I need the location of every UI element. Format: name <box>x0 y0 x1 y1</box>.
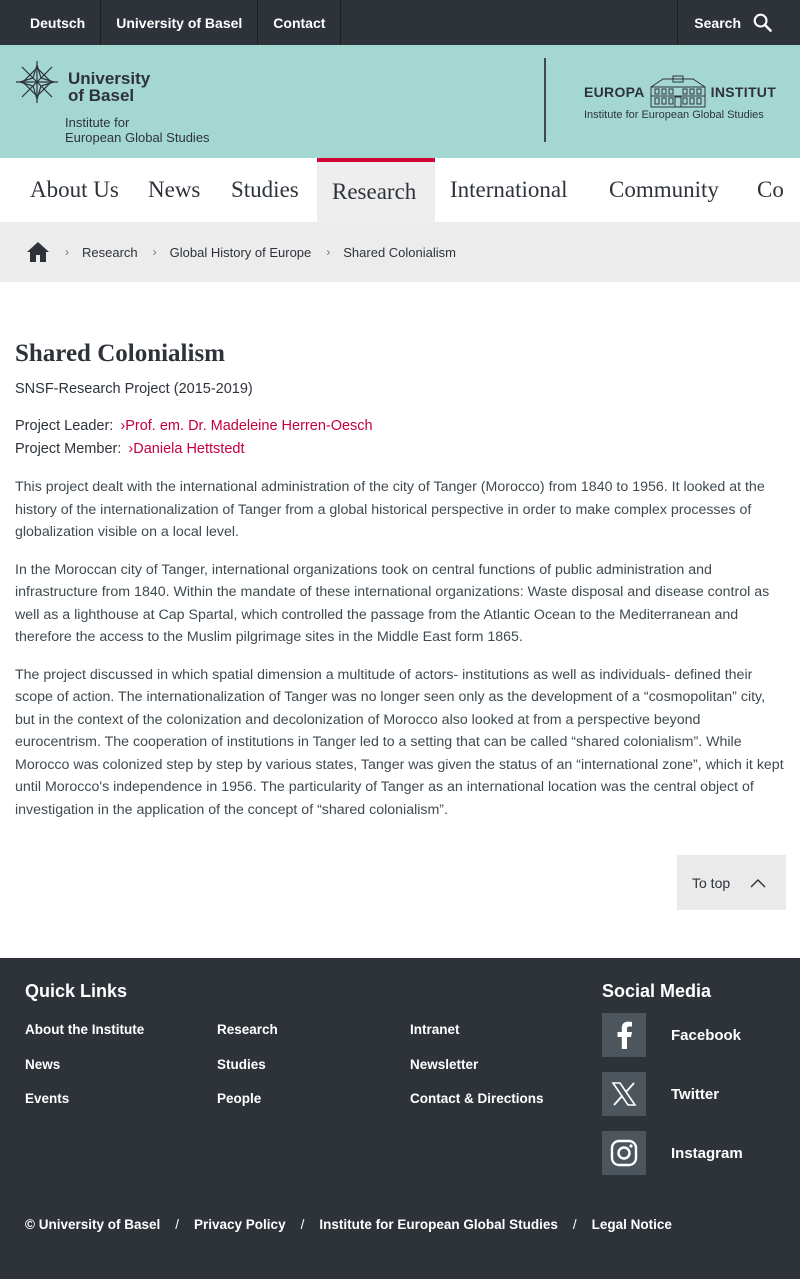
university-of-basel-link[interactable]: University of Basel <box>101 0 259 45</box>
university-name[interactable]: University of Basel <box>68 70 150 104</box>
nav-item-community[interactable]: Community <box>609 158 719 222</box>
separator: / <box>175 1217 180 1232</box>
nav-item-studies[interactable]: Studies <box>231 158 299 222</box>
main-content: Shared Colonialism SNSF-Research Project… <box>15 340 787 821</box>
social-facebook[interactable]: Facebook <box>602 1013 782 1057</box>
nav-item-truncated[interactable]: Co <box>757 158 784 222</box>
nav-item-research[interactable]: Research <box>317 158 435 222</box>
facebook-icon <box>602 1013 646 1057</box>
footer-link-intranet[interactable]: Intranet <box>410 1022 460 1037</box>
home-icon[interactable] <box>26 241 50 263</box>
university-name-line1: University <box>68 69 151 88</box>
social-instagram[interactable]: Instagram <box>602 1131 782 1175</box>
body-paragraph: This project dealt with the internationa… <box>15 479 765 540</box>
chevron-right-icon: › <box>152 245 157 259</box>
copyright-link[interactable]: © University of Basel <box>25 1217 160 1232</box>
nav-item-news[interactable]: News <box>148 158 200 222</box>
to-top-label: To top <box>692 874 731 891</box>
instagram-icon <box>602 1131 646 1175</box>
project-leader-link[interactable]: Prof. em. Dr. Madeleine Herren-Oesch <box>125 418 372 434</box>
separator: / <box>572 1217 577 1232</box>
breadcrumb-current: Shared Colonialism <box>343 244 456 260</box>
nav-item-international[interactable]: International <box>450 158 568 222</box>
body-paragraph: The project discussed in which spatial d… <box>15 666 784 818</box>
breadcrumb-research[interactable]: Research <box>82 245 138 260</box>
institute-name-line2: European Global Studies <box>65 130 210 145</box>
facebook-label: Facebook <box>671 1026 742 1044</box>
footer-link-people[interactable]: People <box>217 1091 261 1106</box>
institute-name-line1: Institute for <box>65 115 130 130</box>
europa-institut-logo[interactable]: EUROPA INSTITUT Institute for European G… <box>584 75 788 121</box>
separator: / <box>300 1217 305 1232</box>
language-link-deutsch[interactable]: Deutsch <box>0 0 102 45</box>
project-member-link[interactable]: Daniela Hettstedt <box>133 441 244 457</box>
breadcrumb-global-history[interactable]: Global History of Europe <box>170 245 312 260</box>
breadcrumb: › Research › Global History of Europe › … <box>0 222 800 282</box>
x-twitter-icon <box>602 1072 646 1116</box>
project-people: Project Leader: ›Prof. em. Dr. Madeleine… <box>15 415 787 461</box>
institute-link[interactable]: Institute for European Global Studies <box>319 1217 558 1232</box>
body-paragraph: In the Moroccan city of Tanger, internat… <box>15 561 770 646</box>
to-top-button[interactable]: To top <box>677 855 786 910</box>
instagram-label: Instagram <box>671 1144 743 1162</box>
chevron-right-icon: › <box>326 245 331 259</box>
nav-item-about-us[interactable]: About Us <box>30 158 119 222</box>
chevron-right-icon: › <box>65 245 69 259</box>
footer-link-events[interactable]: Events <box>25 1091 69 1106</box>
page-title: Shared Colonialism <box>15 340 225 367</box>
footer-link-news[interactable]: News <box>25 1057 60 1072</box>
legal-bar: © University of Basel / Privacy Policy /… <box>25 1217 672 1232</box>
social-media-heading: Social Media <box>602 981 712 1001</box>
university-name-line2: of Basel <box>68 86 135 105</box>
footer-link-about[interactable]: About the Institute <box>25 1022 144 1037</box>
social-twitter[interactable]: Twitter <box>602 1072 782 1116</box>
main-navigation: About Us News Studies Research Internati… <box>0 158 800 222</box>
search-icon <box>753 13 772 32</box>
site-footer: Quick Links About the Institute News Eve… <box>0 958 800 1279</box>
footer-link-research[interactable]: Research <box>217 1022 278 1037</box>
institute-name[interactable]: Institute for European Global Studies <box>65 115 210 145</box>
chevron-up-icon <box>750 878 766 887</box>
project-subtitle: SNSF-Research Project (2015-2019) <box>15 381 253 397</box>
privacy-policy-link[interactable]: Privacy Policy <box>194 1217 286 1232</box>
top-bar: Deutsch University of Basel Contact Sear… <box>0 0 800 45</box>
footer-link-newsletter[interactable]: Newsletter <box>410 1057 478 1072</box>
europa-word: EUROPA <box>584 84 645 100</box>
building-icon <box>650 75 706 108</box>
project-leader-label: Project Leader: <box>15 418 114 434</box>
search-button[interactable]: Search <box>677 0 800 45</box>
header-divider <box>544 58 546 142</box>
footer-link-contact[interactable]: Contact & Directions <box>410 1091 544 1106</box>
university-basel-logo-icon[interactable] <box>14 59 60 105</box>
quick-links-heading: Quick Links <box>25 981 128 1001</box>
site-header: University of Basel Institute for Europe… <box>0 45 800 158</box>
project-member-label: Project Member: <box>15 441 122 457</box>
twitter-label: Twitter <box>671 1085 720 1103</box>
contact-link[interactable]: Contact <box>258 0 342 45</box>
footer-link-studies[interactable]: Studies <box>217 1057 266 1072</box>
europa-institut-subtitle: Institute for European Global Studies <box>584 109 764 121</box>
search-label: Search <box>694 14 741 31</box>
institut-word: INSTITUT <box>710 84 777 100</box>
legal-notice-link[interactable]: Legal Notice <box>592 1217 672 1232</box>
